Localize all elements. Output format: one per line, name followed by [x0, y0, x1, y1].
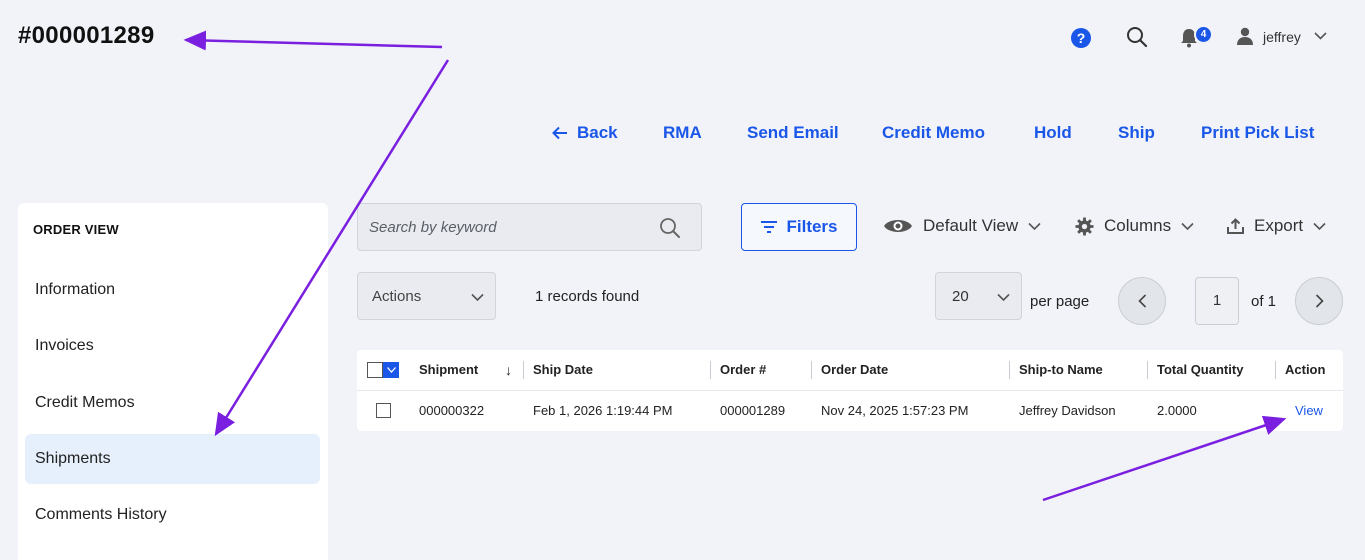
chevron-down-icon [1313, 222, 1326, 230]
sidebar-item-shipments[interactable]: Shipments [25, 434, 320, 484]
rma-link[interactable]: RMA [663, 123, 702, 143]
chevron-down-icon [1181, 222, 1194, 230]
eye-icon [884, 220, 912, 232]
column-header-action: Action [1285, 362, 1326, 377]
sidebar-title: ORDER VIEW [33, 222, 119, 237]
row-select-checkbox[interactable] [376, 403, 391, 418]
help-icon[interactable]: ? [1071, 28, 1091, 48]
view-shipment-link[interactable]: View [1295, 403, 1323, 418]
filters-label: Filters [786, 217, 838, 236]
per-page-value: 20 [952, 287, 969, 305]
order-view-sidebar: ORDER VIEW Information Invoices Credit M… [18, 203, 328, 560]
user-name[interactable]: jeffrey [1263, 29, 1301, 45]
export-dropdown[interactable]: Export [1227, 214, 1326, 238]
default-view-dropdown[interactable]: Default View [883, 214, 1041, 238]
column-header-total-quantity[interactable]: Total Quantity [1157, 362, 1243, 377]
annotation-arrow-to-title [183, 30, 443, 51]
mass-actions-select[interactable]: Actions [357, 272, 496, 320]
cell-ship-to-name: Jeffrey Davidson [1019, 403, 1116, 418]
select-all-checkbox[interactable] [367, 362, 399, 378]
column-header-ship-to-name[interactable]: Ship-to Name [1019, 362, 1103, 377]
sidebar-item-comments-history[interactable]: Comments History [25, 490, 320, 540]
cell-order-number: 000001289 [720, 403, 786, 418]
sidebar-item-invoices[interactable]: Invoices [25, 321, 320, 371]
per-page-label: per page [1030, 293, 1090, 310]
search-icon[interactable] [1126, 26, 1148, 48]
gear-icon [1075, 216, 1094, 236]
sidebar-item-credit-memos[interactable]: Credit Memos [25, 378, 320, 428]
columns-label: Columns [1104, 216, 1172, 235]
column-divider [1275, 361, 1276, 379]
send-email-link[interactable]: Send Email [747, 123, 839, 143]
columns-dropdown[interactable]: Columns [1075, 214, 1194, 238]
chevron-right-icon [1315, 294, 1324, 308]
column-divider [811, 361, 812, 379]
filter-icon [761, 221, 778, 233]
column-divider [523, 361, 524, 379]
chevron-down-icon [997, 293, 1010, 302]
previous-page-button[interactable] [1118, 277, 1166, 325]
cell-ship-date: Feb 1, 2026 1:19:44 PM [533, 403, 673, 418]
back-link[interactable]: Back [577, 123, 618, 143]
notification-count-badge: 4 [1194, 25, 1213, 44]
column-divider [1009, 361, 1010, 379]
per-page-select[interactable]: 20 [935, 272, 1022, 320]
order-view-page: #000001289 ? 4 jeffrey Back RMA Send Ema… [0, 0, 1365, 560]
search-icon[interactable] [659, 217, 681, 239]
print-pick-list-link[interactable]: Print Pick List [1201, 123, 1314, 143]
chevron-down-icon [386, 367, 396, 373]
column-header-order-date[interactable]: Order Date [821, 362, 888, 377]
column-divider [710, 361, 711, 379]
sidebar-item-information[interactable]: Information [25, 265, 320, 315]
column-header-shipment[interactable]: Shipment [419, 362, 478, 377]
select-dropdown-toggle[interactable] [383, 362, 399, 378]
records-found-count: 1 records found [535, 288, 640, 305]
column-divider [1147, 361, 1148, 379]
sort-descending-icon[interactable]: ↓ [505, 362, 512, 378]
cell-order-date: Nov 24, 2025 1:57:23 PM [821, 403, 969, 418]
upload-icon [1227, 218, 1244, 234]
shipments-grid: Shipment ↓ Ship Date Order # Order Date … [357, 350, 1343, 431]
annotation-arrow-to-view [1042, 415, 1287, 502]
user-avatar-icon[interactable] [1236, 27, 1254, 45]
credit-memo-link[interactable]: Credit Memo [882, 123, 985, 143]
select-all-box[interactable] [367, 362, 383, 378]
arrow-left-icon[interactable] [552, 126, 568, 140]
current-page-input[interactable]: 1 [1195, 277, 1239, 325]
chevron-down-icon[interactable] [1314, 31, 1327, 41]
header-divider [357, 390, 1343, 391]
cell-total-quantity: 2.0000 [1157, 403, 1197, 418]
ship-link[interactable]: Ship [1118, 123, 1155, 143]
next-page-button[interactable] [1295, 277, 1343, 325]
default-view-label: Default View [923, 216, 1019, 235]
chevron-down-icon [471, 293, 484, 302]
total-pages-label: of 1 [1251, 293, 1277, 310]
export-label: Export [1254, 216, 1304, 235]
hold-link[interactable]: Hold [1034, 123, 1072, 143]
order-number-title: #000001289 [18, 22, 155, 49]
chevron-down-icon [1028, 222, 1041, 230]
cell-shipment-number: 000000322 [419, 403, 485, 418]
column-header-ship-date[interactable]: Ship Date [533, 362, 593, 377]
keyword-search-input[interactable] [357, 203, 702, 251]
chevron-left-icon [1137, 294, 1146, 308]
filters-button[interactable]: Filters [741, 203, 857, 251]
column-header-order-number[interactable]: Order # [720, 362, 766, 377]
mass-actions-label: Actions [372, 287, 422, 305]
